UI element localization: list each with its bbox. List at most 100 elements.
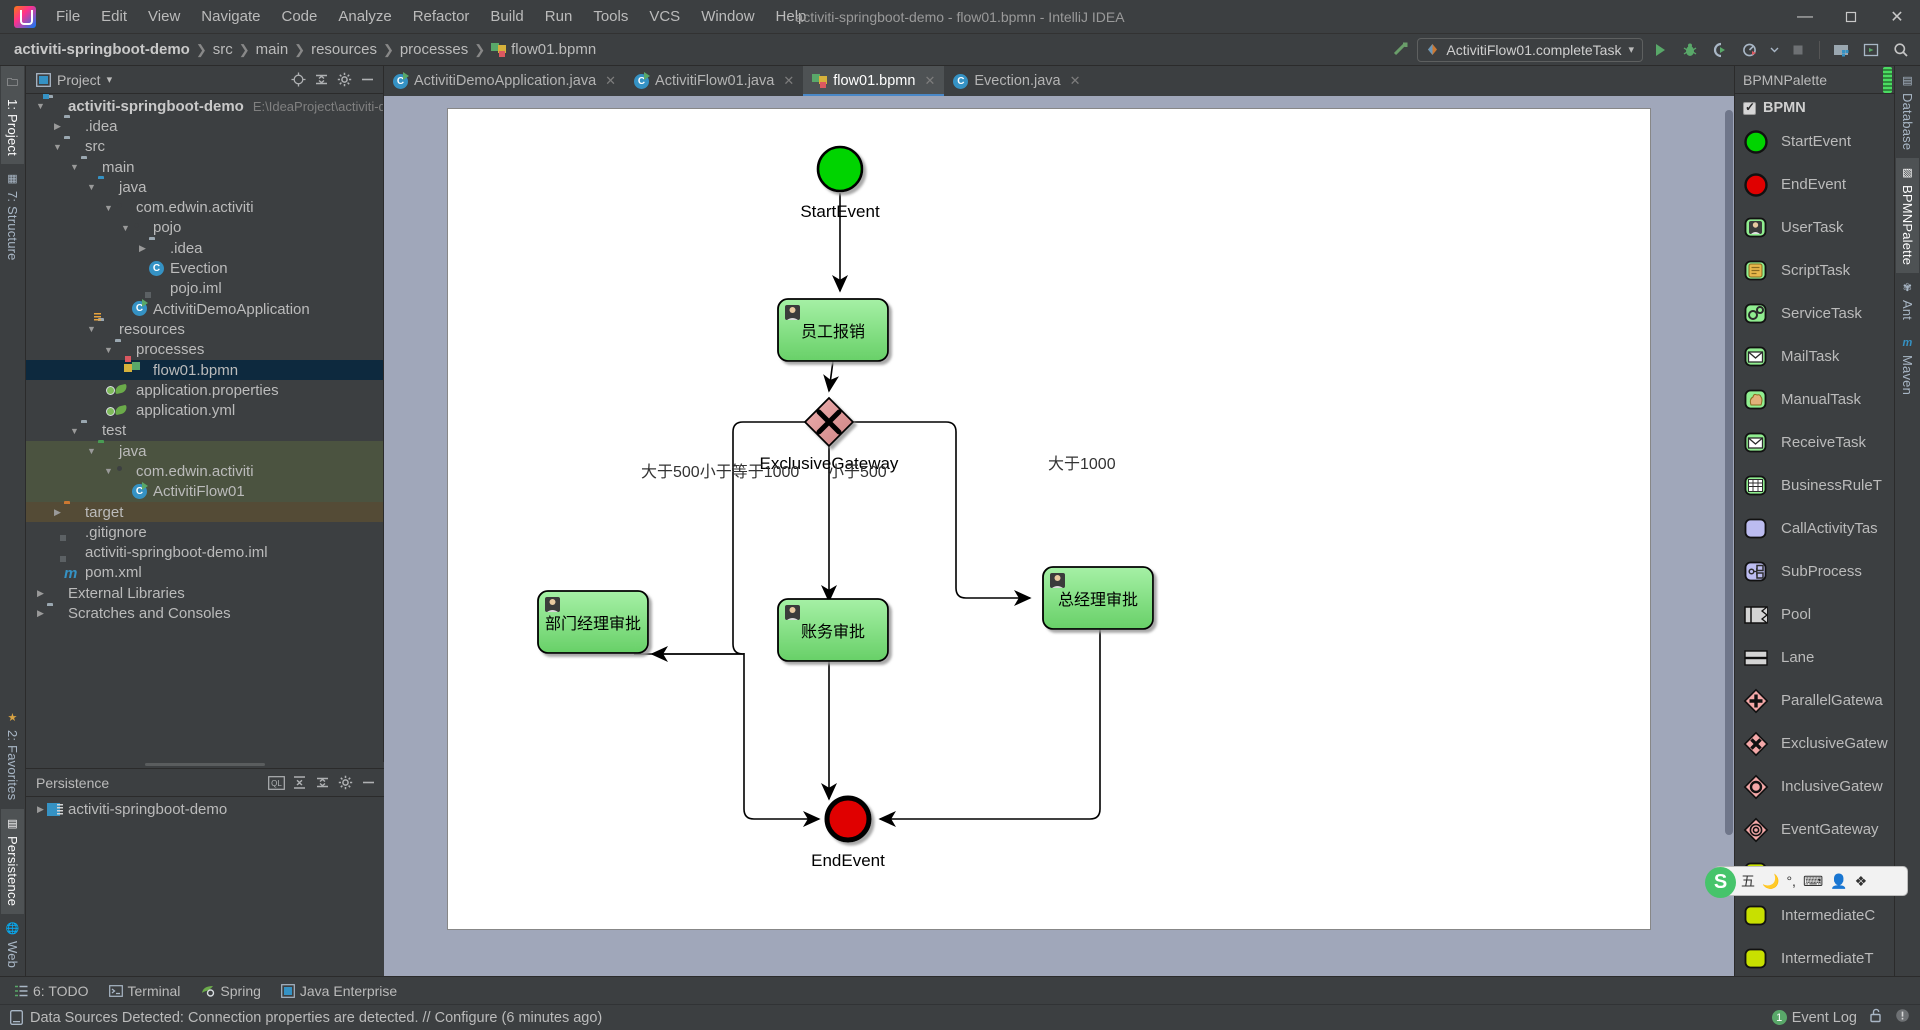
hide-panel-icon[interactable] — [357, 70, 377, 90]
tree-node[interactable]: ▼ processes — [26, 340, 383, 360]
collapse-all-icon[interactable] — [311, 70, 331, 90]
palette-item-servicetask[interactable]: ServiceTask — [1735, 292, 1894, 335]
palette-group-checkbox[interactable] — [1743, 100, 1756, 115]
locate-icon[interactable] — [288, 70, 308, 90]
palette-item-endevent[interactable]: EndEvent — [1735, 163, 1894, 206]
ql-icon[interactable]: QL — [266, 773, 286, 793]
expand-arrow[interactable]: ▶ — [34, 804, 47, 815]
menu-item-run[interactable]: Run — [535, 4, 583, 29]
tree-node[interactable]: m pom.xml — [26, 563, 383, 583]
rail-tab-favorites[interactable]: ★ 2: Favorites — [1, 703, 24, 808]
bpmn-node-task2[interactable]: 部门经理审批 — [537, 590, 649, 654]
run-button[interactable] — [1647, 38, 1673, 62]
scrollbar-thumb[interactable] — [1725, 110, 1733, 835]
stop-button[interactable] — [1785, 38, 1811, 62]
tree-node[interactable]: C Evection — [26, 258, 383, 278]
breadcrumb-item-1[interactable]: src — [213, 41, 233, 58]
rail-tab-bpmn-palette[interactable]: ▧ BPMNPalette — [1896, 158, 1919, 274]
tree-node[interactable]: ▶ .idea — [26, 116, 383, 136]
breadcrumb-item-5[interactable]: flow01.bpmn — [491, 41, 596, 58]
project-panel-title-group[interactable]: Project ▾ — [36, 72, 112, 88]
bpmn-node-start-event[interactable]: StartEvent — [800, 145, 880, 221]
breadcrumb-item-3[interactable]: resources — [311, 41, 377, 58]
editor-tab-ActivitiFlow01-java[interactable]: C ActivitiFlow01.java ✕ — [625, 66, 803, 96]
tree-node[interactable]: ▶ .idea — [26, 238, 383, 258]
menu-item-navigate[interactable]: Navigate — [191, 4, 270, 29]
tree-node[interactable]: pojo.iml — [26, 279, 383, 299]
tree-expand-arrow[interactable]: ▶ — [34, 608, 47, 619]
menu-item-window[interactable]: Window — [691, 4, 764, 29]
bpmn-whiteboard[interactable]: StartEvent 员工报销 ExclusiveGateway 部门经理审批 … — [447, 108, 1651, 930]
tree-node[interactable]: ▼ com.edwin.activiti — [26, 197, 383, 217]
rail-tab-project[interactable]: 🗀 1: Project — [1, 66, 24, 164]
palette-item-inclusivegatew[interactable]: InclusiveGatew — [1735, 765, 1894, 808]
ime-keyboard-icon[interactable]: ⌨ — [1803, 873, 1823, 890]
tree-expand-arrow[interactable]: ▶ — [51, 507, 64, 518]
tree-expand-arrow[interactable]: ▼ — [102, 203, 115, 213]
status-message[interactable]: Data Sources Detected: Connection proper… — [30, 1010, 602, 1026]
tree-node[interactable]: ▶ Scratches and Consoles — [26, 603, 383, 623]
menu-item-view[interactable]: View — [138, 4, 190, 29]
tree-node[interactable]: ▶ target — [26, 501, 383, 523]
ime-toolbar[interactable]: S 五 🌙 °, ⌨ 👤 ❖ — [1705, 866, 1908, 898]
palette-item-callactivitytas[interactable]: CallActivityTas — [1735, 507, 1894, 550]
tree-expand-arrow[interactable]: ▼ — [85, 182, 98, 192]
tree-node[interactable]: ▼ com.edwin.activiti — [26, 461, 383, 482]
bottom-bar-terminal[interactable]: Terminal — [108, 983, 180, 999]
tree-expand-arrow[interactable]: ▼ — [34, 101, 47, 111]
rail-tab-web[interactable]: 🌐 Web — [1, 914, 24, 976]
settings-gear-icon[interactable] — [334, 70, 354, 90]
breadcrumb-item-0[interactable]: activiti-springboot-demo — [14, 41, 190, 58]
tree-node[interactable]: ▼ java — [26, 441, 383, 462]
list-item[interactable]: ▶ activiti-springboot-demo — [26, 799, 384, 819]
editor-tab-flow01-bpmn[interactable]: flow01.bpmn ✕ — [803, 66, 945, 96]
project-tree[interactable]: ▼ activiti-springboot-demo E:\IdeaProject\… — [26, 94, 383, 762]
event-log-button[interactable]: 1 Event Log — [1771, 1010, 1857, 1026]
tree-node[interactable]: activiti-springboot-demo.iml — [26, 543, 383, 563]
menu-item-edit[interactable]: Edit — [91, 4, 137, 29]
palette-item-intermediatec[interactable]: IntermediateC — [1735, 894, 1894, 937]
tree-node[interactable]: application.properties — [26, 380, 383, 400]
palette-item-receivetask[interactable]: ReceiveTask — [1735, 421, 1894, 464]
breadcrumb-item-2[interactable]: main — [256, 41, 289, 58]
expand-all-icon[interactable] — [289, 773, 309, 793]
palette-item-exclusivegatew[interactable]: ExclusiveGatew — [1735, 722, 1894, 765]
tree-node[interactable]: ▼ activiti-springboot-demo E:\IdeaProject\… — [26, 94, 383, 116]
run-configuration-selector[interactable]: ActivitiFlow01.completeTask ▾ — [1417, 37, 1643, 62]
palette-item-scripttask[interactable]: ScriptTask — [1735, 249, 1894, 292]
chevron-down-icon[interactable] — [1767, 38, 1781, 62]
palette-item-subprocess[interactable]: SubProcess — [1735, 550, 1894, 593]
tree-expand-arrow[interactable]: ▼ — [102, 345, 115, 355]
hammer-icon[interactable] — [1387, 38, 1413, 62]
palette-item-businessrulet[interactable]: BusinessRuleT — [1735, 464, 1894, 507]
bpmn-node-end-event[interactable]: EndEvent — [811, 795, 885, 870]
palette-scroll-indicator[interactable] — [1883, 67, 1892, 93]
editor-tab-ActivitiDemoApplication-java[interactable]: C ActivitiDemoApplication.java ✕ — [384, 66, 625, 96]
palette-item-mailtask[interactable]: MailTask — [1735, 335, 1894, 378]
rail-tab-database[interactable]: ▤ Database — [1896, 66, 1919, 158]
search-icon[interactable] — [1888, 38, 1914, 62]
ime-item-wu[interactable]: 五 — [1741, 871, 1755, 891]
debug-button[interactable] — [1677, 38, 1703, 62]
palette-item-pool[interactable]: Pool — [1735, 593, 1894, 636]
run-with-coverage-button[interactable] — [1707, 38, 1733, 62]
palette-item-startevent[interactable]: StartEvent — [1735, 120, 1894, 163]
close-button[interactable]: ✕ — [1874, 0, 1920, 34]
bottom-bar-6-todo[interactable]: 6: TODO — [14, 983, 89, 999]
menu-item-code[interactable]: Code — [271, 4, 327, 29]
rail-tab-ant[interactable]: ✾ Ant — [1896, 273, 1919, 328]
rail-tab-persistence[interactable]: ▤ Persistence — [1, 808, 24, 914]
tree-node[interactable]: flow01.bpmn — [26, 356, 383, 381]
close-icon[interactable]: ✕ — [924, 73, 935, 89]
bpmn-node-task3[interactable]: 账务审批 — [777, 598, 889, 662]
editor-tab-Evection-java[interactable]: C Evection.java ✕ — [944, 66, 1089, 96]
minimize-button[interactable]: — — [1782, 0, 1828, 34]
rail-tab-maven[interactable]: m Maven — [1896, 329, 1919, 403]
bottom-bar-java-enterprise[interactable]: Java Enterprise — [280, 983, 397, 999]
tree-expand-arrow[interactable]: ▼ — [102, 466, 115, 476]
close-icon[interactable]: ✕ — [1070, 73, 1081, 89]
tree-node[interactable]: ▼ src — [26, 137, 383, 157]
palette-group-header[interactable]: BPMN — [1735, 94, 1894, 120]
menu-item-build[interactable]: Build — [480, 4, 533, 29]
rail-tab-structure[interactable]: ▦ 7: Structure — [1, 164, 24, 269]
